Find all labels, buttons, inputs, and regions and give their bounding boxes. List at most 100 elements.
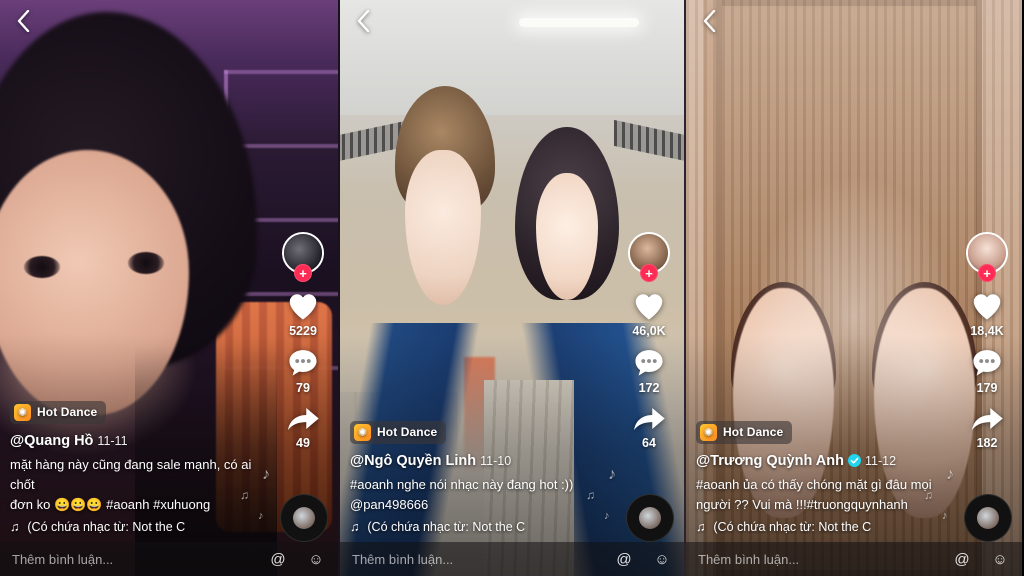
video-meta-3: ✺ Hot Dance @Trương Quỳnh Anh 11-12 #aoa… [696, 420, 952, 534]
video-description: #aoanh ủa có thấy chóng mặt gì đâu mọi n… [696, 475, 952, 515]
description-line-1: mặt hàng này cũng đang sale mạnh, có ai … [10, 456, 252, 492]
verified-badge-icon [847, 454, 861, 468]
description-line-1: #aoanh ủa có thấy chóng mặt gì đâu mọi [696, 476, 932, 492]
video-meta-1: ✺ Hot Dance @Quang Hồ 11-11 mặt hàng này… [10, 400, 268, 534]
comment-count: 172 [638, 381, 660, 395]
share-count: 64 [642, 436, 656, 450]
comment-count: 79 [296, 381, 310, 395]
like-button[interactable]: 18,4K [970, 290, 1004, 338]
avatar[interactable]: + [628, 232, 670, 282]
badge-label: Hot Dance [377, 425, 438, 440]
sparkle-icon: ✺ [354, 423, 371, 441]
chevron-left-icon [703, 10, 715, 32]
like-button[interactable]: 46,0K [632, 290, 666, 338]
music-info[interactable]: ♫ (Có chứa nhạc từ: Not the C [696, 520, 952, 534]
chevron-left-icon [17, 10, 29, 32]
ceiling-vent-right [614, 119, 684, 163]
subject-eye-left [24, 256, 60, 278]
post-date: 11-10 [480, 453, 512, 468]
haze-overlay-center [753, 172, 955, 461]
music-disc-cover [293, 507, 315, 529]
comment-count: 179 [976, 381, 998, 395]
subject-eye-right [128, 252, 164, 274]
comment-bar-3[interactable]: Thêm bình luận... @ ☺ [686, 542, 1022, 576]
comment-input[interactable]: Thêm bình luận... [352, 552, 596, 567]
heart-icon [973, 294, 1001, 320]
follow-button[interactable]: + [978, 264, 996, 282]
music-info[interactable]: ♫ (Có chứa nhạc từ: Not the C [10, 520, 268, 534]
back-button[interactable] [350, 8, 376, 34]
video-feed-stage: + 5229 79 49 ♪ ♫ ♪ ✺ Hot Dance @Quang Hồ… [0, 0, 1024, 576]
mention-icon[interactable]: @ [268, 549, 288, 569]
share-button[interactable]: 49 [286, 405, 320, 450]
heart-icon [289, 294, 317, 320]
ceiling-light [518, 18, 639, 27]
music-title: (Có chứa nhạc từ: Not the C [367, 520, 526, 534]
like-count: 46,0K [632, 324, 666, 338]
music-note-icon: ♫ [10, 520, 20, 534]
comment-button[interactable]: 179 [971, 348, 1003, 395]
comment-bar-2[interactable]: Thêm bình luận... @ ☺ [340, 542, 684, 576]
music-note-icon: ♫ [696, 520, 706, 534]
music-disc[interactable] [626, 494, 674, 542]
username-row[interactable]: @Ngô Quyền Linh 11-10 [350, 453, 614, 469]
share-button[interactable]: 182 [970, 405, 1004, 450]
music-title: (Có chứa nhạc từ: Not the C [27, 520, 186, 534]
hot-dance-badge[interactable]: ✺ Hot Dance [350, 420, 447, 444]
mention-icon[interactable]: @ [614, 549, 634, 569]
action-rail-1: + 5229 79 49 [276, 232, 330, 460]
comment-input[interactable]: Thêm bình luận... [698, 552, 934, 567]
post-date: 11-11 [97, 433, 128, 448]
back-button[interactable] [696, 8, 722, 34]
like-button[interactable]: 5229 [286, 290, 320, 338]
music-title: (Có chứa nhạc từ: Not the C [713, 520, 872, 534]
music-note-icon: ♫ [350, 520, 360, 534]
action-rail-2: + 46,0K 172 64 [622, 232, 676, 460]
video-meta-2: ✺ Hot Dance @Ngô Quyền Linh 11-10 #aoanh… [350, 420, 614, 534]
badge-label: Hot Dance [37, 405, 98, 420]
action-rail-3: + 18,4K 179 182 [960, 232, 1014, 460]
music-disc[interactable] [964, 494, 1012, 542]
video-panel-1[interactable]: + 5229 79 49 ♪ ♫ ♪ ✺ Hot Dance @Quang Hồ… [0, 0, 338, 576]
username-row[interactable]: @Quang Hồ 11-11 [10, 433, 268, 449]
comment-icon [973, 350, 1001, 376]
description-line-2: @pan498666 [350, 496, 429, 512]
share-button[interactable]: 64 [632, 405, 666, 450]
video-panel-3[interactable]: + 18,4K 179 182 ♪ ♫ ♪ ✺ Hot Dance @Trươn… [686, 0, 1022, 576]
like-count: 5229 [289, 324, 317, 338]
username: @Ngô Quyền Linh [350, 452, 477, 469]
share-arrow-icon [633, 408, 665, 431]
share-arrow-icon [971, 408, 1003, 431]
hot-dance-badge[interactable]: ✺ Hot Dance [10, 400, 107, 424]
share-count: 49 [296, 436, 310, 450]
mention-icon[interactable]: @ [952, 549, 972, 569]
sparkle-icon: ✺ [700, 423, 717, 441]
music-info[interactable]: ♫ (Có chứa nhạc từ: Not the C [350, 520, 614, 534]
username-row[interactable]: @Trương Quỳnh Anh 11-12 [696, 453, 952, 469]
comment-button[interactable]: 79 [287, 348, 319, 395]
comment-icon [635, 350, 663, 376]
post-date: 11-12 [864, 453, 897, 468]
emoji-icon[interactable]: ☺ [990, 549, 1010, 569]
music-disc[interactable] [280, 494, 328, 542]
share-arrow-icon [287, 408, 319, 431]
description-line-2: đơn ko 😀😀😀 #aoanh #xuhuong [10, 496, 211, 512]
video-description: #aoanh nghe nói nhạc này đang hot :)) @p… [350, 475, 614, 515]
music-disc-cover [977, 507, 999, 529]
comment-bar-1[interactable]: Thêm bình luận... @ ☺ [0, 542, 338, 576]
follow-button[interactable]: + [294, 264, 312, 282]
follow-button[interactable]: + [640, 264, 658, 282]
avatar[interactable]: + [966, 232, 1008, 282]
heart-icon [635, 294, 663, 320]
video-panel-2[interactable]: + 46,0K 172 64 ♪ ♫ ♪ ✺ Hot Dance @Ngô Qu… [338, 0, 686, 576]
emoji-icon[interactable]: ☺ [306, 549, 326, 569]
avatar[interactable]: + [282, 232, 324, 282]
description-line-1: #aoanh nghe nói nhạc này đang hot :)) [350, 476, 574, 492]
sparkle-icon: ✺ [14, 403, 31, 421]
comment-button[interactable]: 172 [633, 348, 665, 395]
comment-input[interactable]: Thêm bình luận... [12, 552, 250, 567]
music-disc-cover [639, 507, 661, 529]
hot-dance-badge[interactable]: ✺ Hot Dance [696, 420, 793, 444]
emoji-icon[interactable]: ☺ [652, 549, 672, 569]
back-button[interactable] [10, 8, 36, 34]
